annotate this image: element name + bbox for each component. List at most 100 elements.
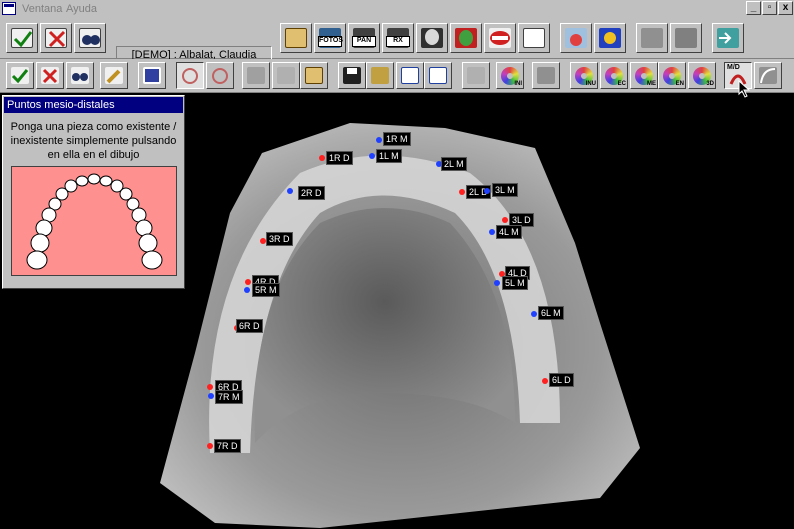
edit-button[interactable] [100,62,128,89]
save-button[interactable] [338,62,366,89]
document-icon [523,28,545,48]
me-button[interactable]: ME [630,62,658,89]
zoom-button[interactable] [462,62,490,89]
distal-dot[interactable] [207,443,213,449]
mesial-dot[interactable] [494,280,500,286]
mesial-dot[interactable] [244,287,250,293]
delete-2d-button[interactable] [36,62,64,89]
en-button[interactable]: EN [658,62,686,89]
camera-button[interactable] [242,62,270,89]
marker-label: 2L M [441,157,467,171]
menu-ventana[interactable]: Ventana [22,3,62,15]
ring-left-button[interactable] [176,62,204,89]
check-2d-icon [11,67,29,84]
mesial-dot[interactable] [489,229,495,235]
mesial-dot[interactable] [208,393,214,399]
marker-label: 6R D [236,319,263,333]
photos-button[interactable]: FOTOS [314,23,346,53]
mouth-button[interactable] [484,23,516,53]
mesial-dot[interactable] [287,188,293,194]
patient-card-button[interactable] [280,23,312,53]
accept-patient-button[interactable] [6,23,38,53]
frame-icon [143,67,161,84]
portrait-icon [305,67,323,84]
secondary-toolbar: INI INU EC ME EN 3D M/D [0,59,794,93]
panel-title[interactable]: Puntos mesio-distales [4,97,183,113]
find-2d-button[interactable] [66,62,94,89]
search-patient-button[interactable] [74,23,106,53]
distal-dot[interactable] [502,217,508,223]
skull-button[interactable] [416,23,448,53]
marker-label: 1R D [326,151,353,165]
distal-dot[interactable] [207,384,213,390]
marker-label: 1R M [383,132,411,146]
exit-door-icon [717,28,739,48]
inu-button[interactable]: INU [570,62,598,89]
frame-button[interactable] [138,62,166,89]
me-label: ME [647,81,656,87]
ini-label: INI [514,81,522,87]
skull-icon [421,28,443,48]
play-icon [537,67,555,84]
marker-label: 6L M [538,306,564,320]
menu-bar: Ventana Ayuda _ ▫ x [0,0,794,19]
mouse-cursor-icon [738,80,751,98]
mesio-distal-panel: Puntos mesio-distales Ponga una pieza co… [2,95,185,289]
binoculars-form-icon [79,28,101,48]
pan-button[interactable]: PAN [348,23,380,53]
marker-label: 5L M [502,276,528,290]
close-button[interactable]: x [778,1,793,15]
portrait-button[interactable] [300,62,328,89]
distal-dot[interactable] [459,189,465,195]
marker-label: 4L M [496,225,522,239]
network-button[interactable] [560,23,592,53]
accept-2d-button[interactable] [6,62,34,89]
printer-button[interactable] [636,23,668,53]
inu-label: INU [585,81,596,87]
ec-button[interactable]: EC [600,62,628,89]
main-toolbar: [DEMO] : Albalat, Claudia FOTOS PAN RX [0,18,794,64]
photos-label: FOTOS [318,36,343,47]
mesial-dot[interactable] [369,153,375,159]
app-window-icon[interactable] [2,2,16,15]
distal-dot[interactable] [245,279,251,285]
delete-patient-button[interactable] [40,23,72,53]
scanner-button[interactable] [670,23,702,53]
restore-button[interactable]: ▫ [762,1,777,15]
import-button[interactable] [272,62,300,89]
open-button[interactable] [366,62,394,89]
3d-label: 3D [706,81,714,87]
binoculars-2d-icon [71,67,89,84]
marker-label: 7R M [215,390,243,404]
2d-button[interactable] [450,23,482,53]
word-report-button[interactable] [424,62,452,89]
distal-dot[interactable] [542,378,548,384]
word-export-button[interactable] [396,62,424,89]
menu-ayuda[interactable]: Ayuda [66,3,97,15]
distal-dot[interactable] [319,155,325,161]
marker-label: 3L M [492,183,518,197]
ring-icon [212,68,228,84]
mesial-dot[interactable] [376,137,382,143]
minimize-button[interactable]: _ [746,1,761,15]
2d-face-icon [455,28,477,48]
marker-label: 6L D [549,373,574,387]
floppy-disk-icon [343,67,361,84]
3d-button[interactable]: 3D [688,62,716,89]
play-button[interactable] [532,62,560,89]
mesial-dot[interactable] [531,311,537,317]
curve-button[interactable] [754,62,782,89]
ring-right-button[interactable] [206,62,234,89]
word-report-icon [429,67,447,84]
mouth-icon [489,28,511,48]
settings-button[interactable] [594,23,626,53]
panel-instructions: Ponga una pieza como existente / inexist… [10,121,177,161]
exit-button[interactable] [712,23,744,53]
rx-button[interactable]: RX [382,23,414,53]
pencil-edit-icon [105,67,123,84]
document-button[interactable] [518,23,550,53]
scanner-icon [675,28,697,48]
tooth-chart[interactable] [11,166,177,276]
ini-button[interactable]: INI [496,62,524,89]
mesial-dot[interactable] [484,188,490,194]
